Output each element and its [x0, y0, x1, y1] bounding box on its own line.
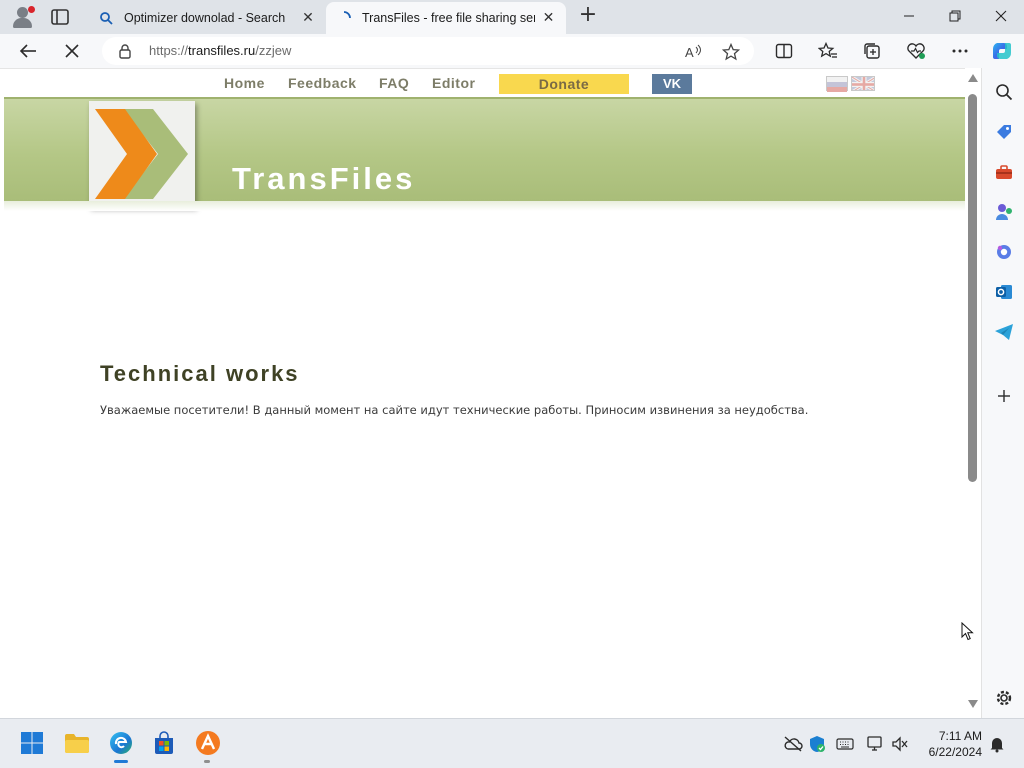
- site-header: TransFiles: [4, 97, 965, 207]
- more-options-icon[interactable]: [947, 39, 973, 63]
- mouse-cursor-icon: [961, 621, 975, 646]
- profile-avatar-icon[interactable]: [10, 4, 36, 30]
- split-screen-icon[interactable]: [771, 39, 797, 63]
- new-tab-button[interactable]: +: [576, 4, 600, 28]
- outlook-icon[interactable]: [992, 280, 1016, 304]
- favorite-star-icon[interactable]: [720, 42, 742, 62]
- collections-icon[interactable]: [859, 39, 885, 63]
- search-icon: [98, 10, 114, 26]
- security-shield-icon[interactable]: [807, 734, 827, 754]
- nav-feedback-link[interactable]: Feedback: [288, 75, 357, 91]
- transfiles-logo[interactable]: [89, 101, 195, 207]
- header-shadow: [4, 201, 965, 211]
- store-icon[interactable]: [149, 728, 179, 758]
- tab-search[interactable]: Optimizer downolad - Search ✕: [88, 2, 326, 34]
- loading-icon: [336, 10, 352, 26]
- clock-time: 7:11 AM: [938, 729, 982, 743]
- nav-home-link[interactable]: Home: [224, 75, 265, 91]
- url-scheme: https://: [149, 43, 189, 58]
- scroll-down-arrow-icon[interactable]: [968, 700, 978, 708]
- start-icon[interactable]: [17, 728, 47, 758]
- svg-text:A: A: [685, 45, 694, 60]
- url-path: /zzjew: [255, 43, 292, 58]
- tab-title: Optimizer downolad - Search: [124, 11, 286, 25]
- nav-faq-link[interactable]: FAQ: [379, 75, 409, 91]
- network-icon[interactable]: [866, 734, 886, 754]
- stop-loading-button[interactable]: [59, 39, 85, 63]
- copilot-icon[interactable]: [992, 240, 1016, 264]
- clock-date: 6/22/2024: [928, 745, 982, 759]
- scroll-up-arrow-icon[interactable]: [968, 74, 978, 82]
- tab-title: TransFiles - free file sharing servi: [362, 11, 535, 25]
- favorites-icon[interactable]: [815, 39, 841, 63]
- close-window-button[interactable]: [978, 0, 1024, 32]
- volume-muted-icon[interactable]: [890, 734, 910, 754]
- site-title: TransFiles: [232, 161, 416, 196]
- uk-flag-icon[interactable]: [851, 76, 875, 91]
- address-bar[interactable]: https://transfiles.ru/zzjew A: [102, 37, 754, 65]
- edge-sidebar: [981, 68, 1024, 718]
- ru-flag-icon[interactable]: [826, 76, 848, 92]
- browser-essentials-icon[interactable]: [903, 39, 929, 63]
- tag-icon[interactable]: [992, 120, 1016, 144]
- windows-taskbar: 7:11 AM 6/22/2024: [0, 718, 1024, 768]
- read-aloud-icon[interactable]: A: [682, 42, 704, 62]
- page-scrollbar[interactable]: [965, 68, 981, 718]
- browser-toolbar: https://transfiles.ru/zzjew A: [0, 34, 1024, 68]
- tab-strip: Optimizer downolad - Search ✕ TransFiles…: [0, 0, 1024, 34]
- url-text[interactable]: https://transfiles.ru/zzjew: [149, 43, 291, 58]
- search-icon[interactable]: [992, 80, 1016, 104]
- minimize-button[interactable]: [886, 0, 932, 32]
- toolbox-icon[interactable]: [992, 160, 1016, 184]
- close-tab-icon[interactable]: ✕: [541, 10, 556, 26]
- keyboard-icon[interactable]: [835, 734, 855, 754]
- scroll-thumb[interactable]: [968, 94, 977, 482]
- telegram-icon[interactable]: [992, 320, 1016, 344]
- tab-actions-icon[interactable]: [48, 6, 72, 28]
- tab-transfiles[interactable]: TransFiles - free file sharing servi ✕: [326, 2, 566, 34]
- web-page: TransFiles Home Feedback FAQ Editor Dona…: [0, 68, 981, 718]
- avast-icon[interactable]: [193, 728, 223, 758]
- page-title: Technical works: [100, 361, 300, 386]
- maintenance-message: Уважаемые посетители! В данный момент на…: [100, 403, 809, 417]
- back-button[interactable]: [15, 39, 41, 63]
- games-icon[interactable]: [992, 200, 1016, 224]
- notifications-icon[interactable]: [987, 734, 1007, 754]
- lock-icon[interactable]: [118, 43, 132, 63]
- file-explorer-icon[interactable]: [62, 728, 92, 758]
- settings-icon[interactable]: [992, 686, 1016, 710]
- donate-button[interactable]: Donate: [499, 74, 629, 94]
- edge-icon[interactable]: [106, 728, 136, 758]
- copilot-icon[interactable]: [989, 39, 1015, 63]
- close-tab-icon[interactable]: ✕: [300, 10, 316, 26]
- vk-button[interactable]: VK: [652, 74, 692, 94]
- active-app-indicator: [114, 760, 128, 763]
- restore-button[interactable]: [932, 0, 978, 32]
- nav-editor-link[interactable]: Editor: [432, 75, 475, 91]
- system-clock[interactable]: 7:11 AM 6/22/2024: [912, 728, 982, 760]
- url-host: transfiles.ru: [188, 43, 256, 58]
- onedrive-offline-icon[interactable]: [783, 734, 803, 754]
- running-app-indicator: [204, 760, 210, 763]
- add-icon[interactable]: [992, 384, 1016, 408]
